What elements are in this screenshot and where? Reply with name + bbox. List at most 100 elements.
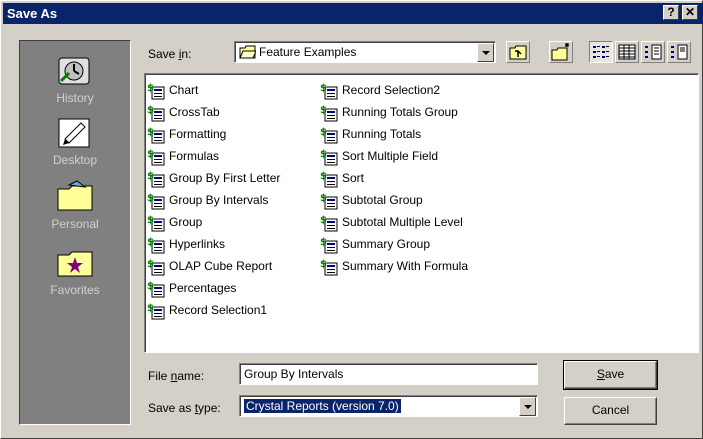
crystal-report-file-icon: $	[320, 171, 338, 188]
file-item[interactable]: $ Chart	[147, 80, 280, 102]
close-button[interactable]: ✕	[682, 5, 698, 20]
crystal-report-file-icon: $	[147, 149, 165, 166]
properties-view-button[interactable]	[641, 41, 665, 63]
svg-text:$: $	[320, 193, 327, 204]
up-one-level-icon	[509, 45, 527, 60]
crystal-report-file-icon: $	[320, 259, 338, 276]
crystal-report-file-icon: $	[147, 237, 165, 254]
place-personal[interactable]: Personal	[20, 179, 130, 231]
save-as-type-value: Crystal Reports (version 7.0)	[244, 399, 401, 413]
place-desktop[interactable]: Desktop	[20, 115, 130, 167]
svg-text:$: $	[147, 193, 154, 204]
file-item[interactable]: $ Subtotal Group	[320, 190, 468, 212]
crystal-report-file-icon: $	[320, 237, 338, 254]
file-item-label: OLAP Cube Report	[169, 259, 273, 273]
svg-text:$: $	[147, 215, 154, 226]
desktop-icon	[58, 118, 90, 148]
folder-icon	[57, 180, 93, 211]
crystal-report-file-icon: $	[147, 215, 165, 232]
file-item-label: Record Selection2	[342, 83, 441, 97]
file-item[interactable]: $ Running Totals Group	[320, 102, 468, 124]
svg-text:$: $	[147, 171, 154, 182]
place-label-desktop: Desktop	[52, 153, 98, 167]
up-one-level-button[interactable]	[506, 41, 530, 63]
crystal-report-file-icon: $	[147, 105, 165, 122]
crystal-report-file-icon: $	[320, 105, 338, 122]
crystal-report-file-icon: $	[147, 193, 165, 210]
file-item-label: Formatting	[169, 127, 227, 141]
cancel-button[interactable]: Cancel	[564, 397, 657, 425]
place-label-favorites: Favorites	[50, 283, 100, 297]
preview-view-button[interactable]	[667, 41, 691, 63]
file-column-1: $ Chart $ CrossTab $ Formatting $ Formulas $ Grou…	[147, 80, 280, 322]
save-in-value: Feature Examples	[259, 45, 357, 59]
list-view-button[interactable]	[589, 41, 613, 63]
svg-text:$: $	[320, 83, 327, 94]
file-item-label: Hyperlinks	[169, 237, 226, 251]
file-item[interactable]: $ OLAP Cube Report	[147, 256, 280, 278]
file-item[interactable]: $ Formatting	[147, 124, 280, 146]
new-folder-button[interactable]	[549, 41, 573, 63]
place-favorites[interactable]: Favorites	[20, 245, 130, 297]
file-item-label: Sort	[342, 171, 365, 185]
svg-text:$: $	[147, 149, 154, 160]
svg-text:$: $	[320, 149, 327, 160]
details-view-button[interactable]	[615, 41, 639, 63]
file-item[interactable]: $ Running Totals	[320, 124, 468, 146]
crystal-report-file-icon: $	[320, 83, 338, 100]
file-item[interactable]: $ Group By Intervals	[147, 190, 280, 212]
crystal-report-file-icon: $	[320, 127, 338, 144]
title-bar[interactable]: Save As ? ✕	[3, 3, 703, 24]
file-item[interactable]: $ Formulas	[147, 146, 280, 168]
new-folder-icon	[551, 43, 569, 61]
svg-text:$: $	[320, 259, 327, 270]
file-item[interactable]: $ Summary With Formula	[320, 256, 468, 278]
details-view-icon	[618, 44, 636, 60]
file-item[interactable]: $ Record Selection2	[320, 80, 468, 102]
file-list[interactable]: $ Chart $ CrossTab $ Formatting $ Formulas $ Grou…	[144, 73, 699, 353]
crystal-report-file-icon: $	[147, 127, 165, 144]
file-item-label: Summary Group	[342, 237, 431, 251]
file-item[interactable]: $ Sort	[320, 168, 468, 190]
chevron-down-icon[interactable]	[519, 397, 536, 416]
list-view-icon	[593, 46, 609, 58]
svg-text:$: $	[320, 127, 327, 138]
place-history[interactable]: History	[20, 53, 130, 105]
file-item[interactable]: $ Sort Multiple Field	[320, 146, 468, 168]
file-item[interactable]: $ Subtotal Multiple Level	[320, 212, 468, 234]
svg-text:$: $	[147, 259, 154, 270]
save-in-dropdown[interactable]: Feature Examples	[234, 41, 496, 63]
file-item-label: Chart	[169, 83, 199, 97]
crystal-report-file-icon: $	[320, 215, 338, 232]
file-name-value: Group By Intervals	[244, 367, 344, 381]
svg-text:$: $	[320, 105, 327, 116]
file-item[interactable]: $ Record Selection1	[147, 300, 280, 322]
crystal-report-file-icon: $	[320, 193, 338, 210]
crystal-report-file-icon: $	[147, 83, 165, 100]
svg-text:$: $	[147, 83, 154, 94]
file-item[interactable]: $ Summary Group	[320, 234, 468, 256]
file-item-label: Formulas	[169, 149, 220, 163]
properties-view-icon	[645, 44, 662, 60]
file-item-label: Running Totals	[342, 127, 422, 141]
help-button[interactable]: ?	[663, 5, 679, 20]
svg-text:$: $	[320, 215, 327, 226]
svg-text:$: $	[147, 127, 154, 138]
svg-text:$: $	[320, 237, 327, 248]
crystal-report-file-icon: $	[147, 171, 165, 188]
save-in-label: Save in:	[148, 47, 192, 61]
file-item[interactable]: $ Percentages	[147, 278, 280, 300]
preview-view-icon	[671, 44, 688, 60]
file-item-label: Summary With Formula	[342, 259, 469, 273]
file-item[interactable]: $ CrossTab	[147, 102, 280, 124]
file-name-input[interactable]: Group By Intervals	[239, 363, 538, 385]
chevron-down-icon[interactable]	[477, 43, 494, 62]
file-item[interactable]: $ Group By First Letter	[147, 168, 280, 190]
file-item[interactable]: $ Group	[147, 212, 280, 234]
favorites-folder-icon	[57, 251, 93, 277]
file-item-label: Group	[169, 215, 203, 229]
save-button[interactable]: Save	[563, 360, 658, 390]
file-item[interactable]: $ Hyperlinks	[147, 234, 280, 256]
save-as-type-dropdown[interactable]: Crystal Reports (version 7.0)	[239, 395, 538, 417]
file-item-label: Subtotal Multiple Level	[342, 215, 463, 229]
